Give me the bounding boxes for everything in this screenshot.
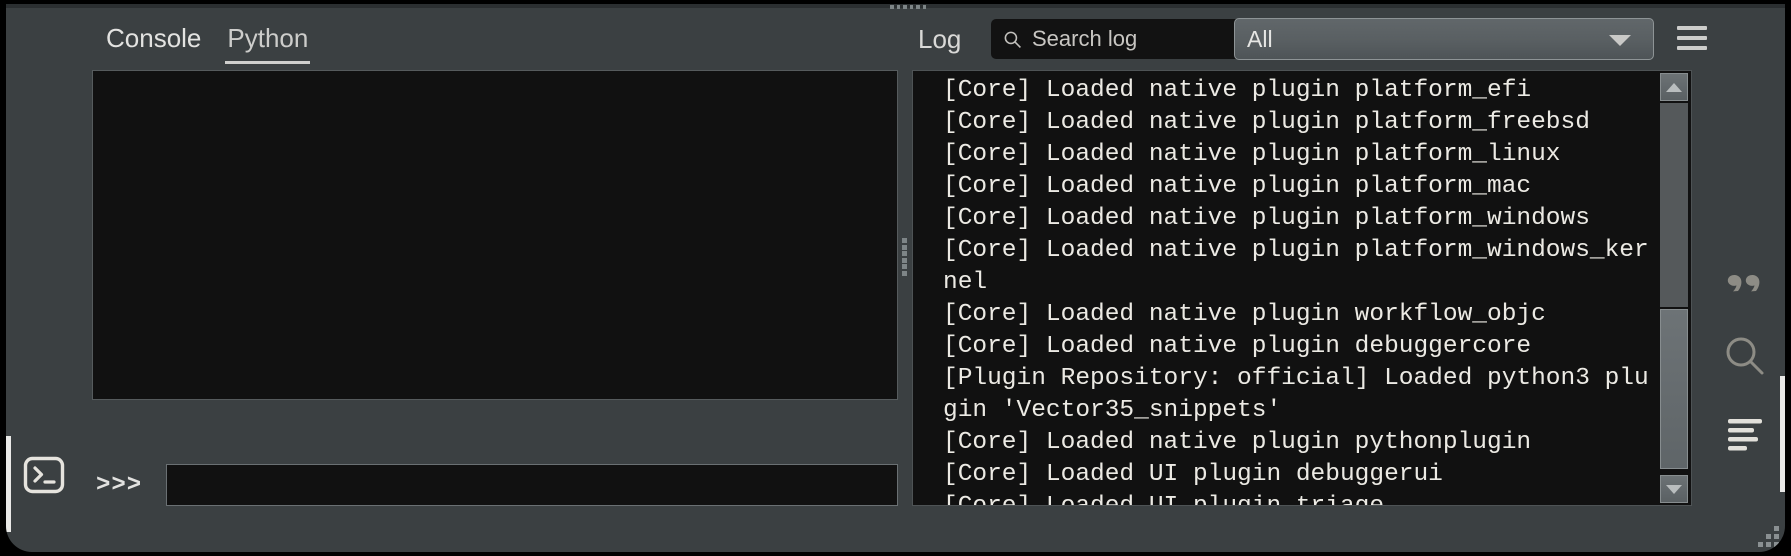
grip-dot	[1758, 542, 1763, 547]
menu-line	[1677, 36, 1707, 40]
triangle-up-icon	[1666, 82, 1682, 92]
active-sidebar-indicator	[6, 436, 11, 532]
splitter-dot	[902, 244, 907, 250]
log-lines-icon	[1728, 419, 1762, 451]
log-line: [Core] Loaded native plugin workflow_obj…	[943, 301, 1546, 328]
python-console-prompt-row: >>>	[92, 464, 898, 506]
log-line: [Core] Loaded native plugin platform_lin…	[943, 141, 1561, 168]
quotes-icon	[1727, 274, 1760, 292]
terminal-icon	[23, 456, 65, 494]
chevron-down-icon	[1609, 35, 1631, 46]
log-line: [Core] Loaded native plugin pythonplugin	[943, 429, 1532, 456]
tab-bar: Console Python	[104, 20, 311, 64]
tab-console[interactable]: Console	[104, 23, 203, 64]
log-line: [Core] Loaded native plugin platform_win…	[943, 237, 1649, 296]
search-input[interactable]: Search log	[991, 19, 1251, 59]
python-console-input[interactable]	[166, 464, 898, 506]
menu-line	[1677, 46, 1707, 50]
console-log-panel-window: Console Python Log Search log All >>> [C…	[0, 0, 1791, 556]
grip-dot	[1774, 534, 1779, 539]
splitter-dot	[902, 264, 907, 270]
search-icon	[1726, 337, 1764, 375]
grip-dot	[1766, 534, 1771, 539]
sidebar-item-comments[interactable]	[1721, 258, 1769, 306]
log-line: [Plugin Repository: official] Loaded pyt…	[943, 365, 1649, 424]
menu-line	[1677, 26, 1707, 30]
filter-selected-value: All	[1247, 26, 1273, 52]
python-prompt-symbol: >>>	[96, 471, 143, 499]
splitter-dot	[902, 238, 907, 243]
grip-dot	[1774, 526, 1779, 531]
log-output-view[interactable]: [Core] Loaded native plugin platform_efi…	[912, 70, 1692, 506]
sidebar-item-find[interactable]	[1721, 332, 1769, 380]
right-sidebar-rail	[1706, 64, 1785, 552]
window-resize-grip[interactable]	[1753, 521, 1779, 547]
scroll-up-arrow[interactable]	[1660, 73, 1688, 101]
python-console-output[interactable]	[92, 70, 898, 400]
active-sidebar-indicator	[1780, 376, 1785, 492]
triangle-down-icon	[1666, 484, 1682, 494]
vertical-splitter-handle[interactable]	[902, 238, 908, 276]
log-line: [Core] Loaded native plugin platform_win…	[943, 205, 1590, 232]
log-scrollbar[interactable]	[1657, 71, 1691, 505]
scrollbar-thumb[interactable]	[1660, 309, 1688, 469]
left-sidebar-rail	[6, 64, 82, 552]
grip-dot	[1774, 542, 1779, 547]
log-line: [Core] Loaded native plugin debuggercore	[943, 333, 1532, 360]
scrollbar-track[interactable]	[1660, 103, 1688, 307]
splitter-dot	[902, 270, 907, 276]
hamburger-menu-icon[interactable]	[1677, 26, 1707, 50]
vertical-splitter[interactable]	[898, 64, 912, 506]
log-line-list: [Core] Loaded native plugin platform_efi…	[913, 71, 1657, 505]
search-icon	[1004, 31, 1021, 48]
panel-header: Console Python Log Search log All	[6, 8, 1785, 64]
log-line: [Core] Loaded native plugin platform_mac	[943, 173, 1532, 200]
log-line: [Core] Loaded UI plugin triage	[943, 491, 1657, 505]
grip-dot	[1766, 542, 1771, 547]
sidebar-item-log[interactable]	[1721, 409, 1769, 457]
panel-shell: Console Python Log Search log All >>> [C…	[6, 4, 1785, 552]
splitter-dot	[902, 251, 907, 257]
log-panel-title: Log	[918, 24, 962, 54]
splitter-dot	[902, 257, 907, 263]
log-line: [Core] Loaded native plugin platform_efi	[943, 77, 1532, 104]
log-line: [Core] Loaded UI plugin debuggerui	[943, 461, 1443, 488]
sidebar-item-console[interactable]	[23, 456, 65, 494]
tab-python[interactable]: Python	[225, 23, 311, 64]
log-level-filter-dropdown[interactable]: All	[1234, 18, 1654, 60]
search-placeholder-text: Search log	[1032, 26, 1138, 51]
log-line: [Core] Loaded native plugin platform_fre…	[943, 109, 1590, 136]
scroll-down-arrow[interactable]	[1660, 475, 1688, 503]
